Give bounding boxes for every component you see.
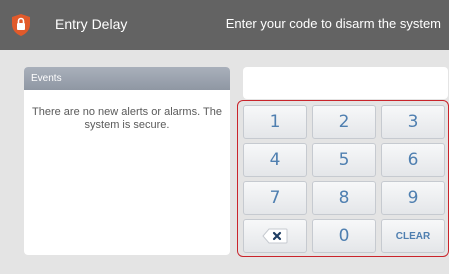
key-8[interactable]: 8 bbox=[312, 181, 376, 215]
key-5[interactable]: 5 bbox=[312, 143, 376, 177]
top-bar: Entry Delay Enter your code to disarm th… bbox=[0, 0, 449, 50]
backspace-button[interactable] bbox=[243, 219, 307, 253]
key-6[interactable]: 6 bbox=[381, 143, 445, 177]
key-0[interactable]: 0 bbox=[312, 219, 376, 253]
key-9[interactable]: 9 bbox=[381, 181, 445, 215]
page-title: Entry Delay bbox=[55, 16, 128, 32]
instruction-text: Enter your code to disarm the system bbox=[225, 16, 441, 31]
key-2[interactable]: 2 bbox=[312, 105, 376, 139]
code-display-field bbox=[243, 67, 448, 99]
events-panel: Events There are no new alerts or alarms… bbox=[24, 67, 230, 255]
key-7[interactable]: 7 bbox=[243, 181, 307, 215]
keypad: 1 2 3 4 5 6 7 8 9 0 CLEAR bbox=[237, 100, 449, 257]
clear-button[interactable]: CLEAR bbox=[381, 219, 445, 253]
key-3[interactable]: 3 bbox=[381, 105, 445, 139]
events-title: Events bbox=[24, 67, 230, 90]
key-1[interactable]: 1 bbox=[243, 105, 307, 139]
key-4[interactable]: 4 bbox=[243, 143, 307, 177]
events-message: There are no new alerts or alarms. The s… bbox=[32, 106, 222, 131]
backspace-icon bbox=[262, 228, 288, 244]
alarm-shield-icon bbox=[12, 14, 30, 36]
